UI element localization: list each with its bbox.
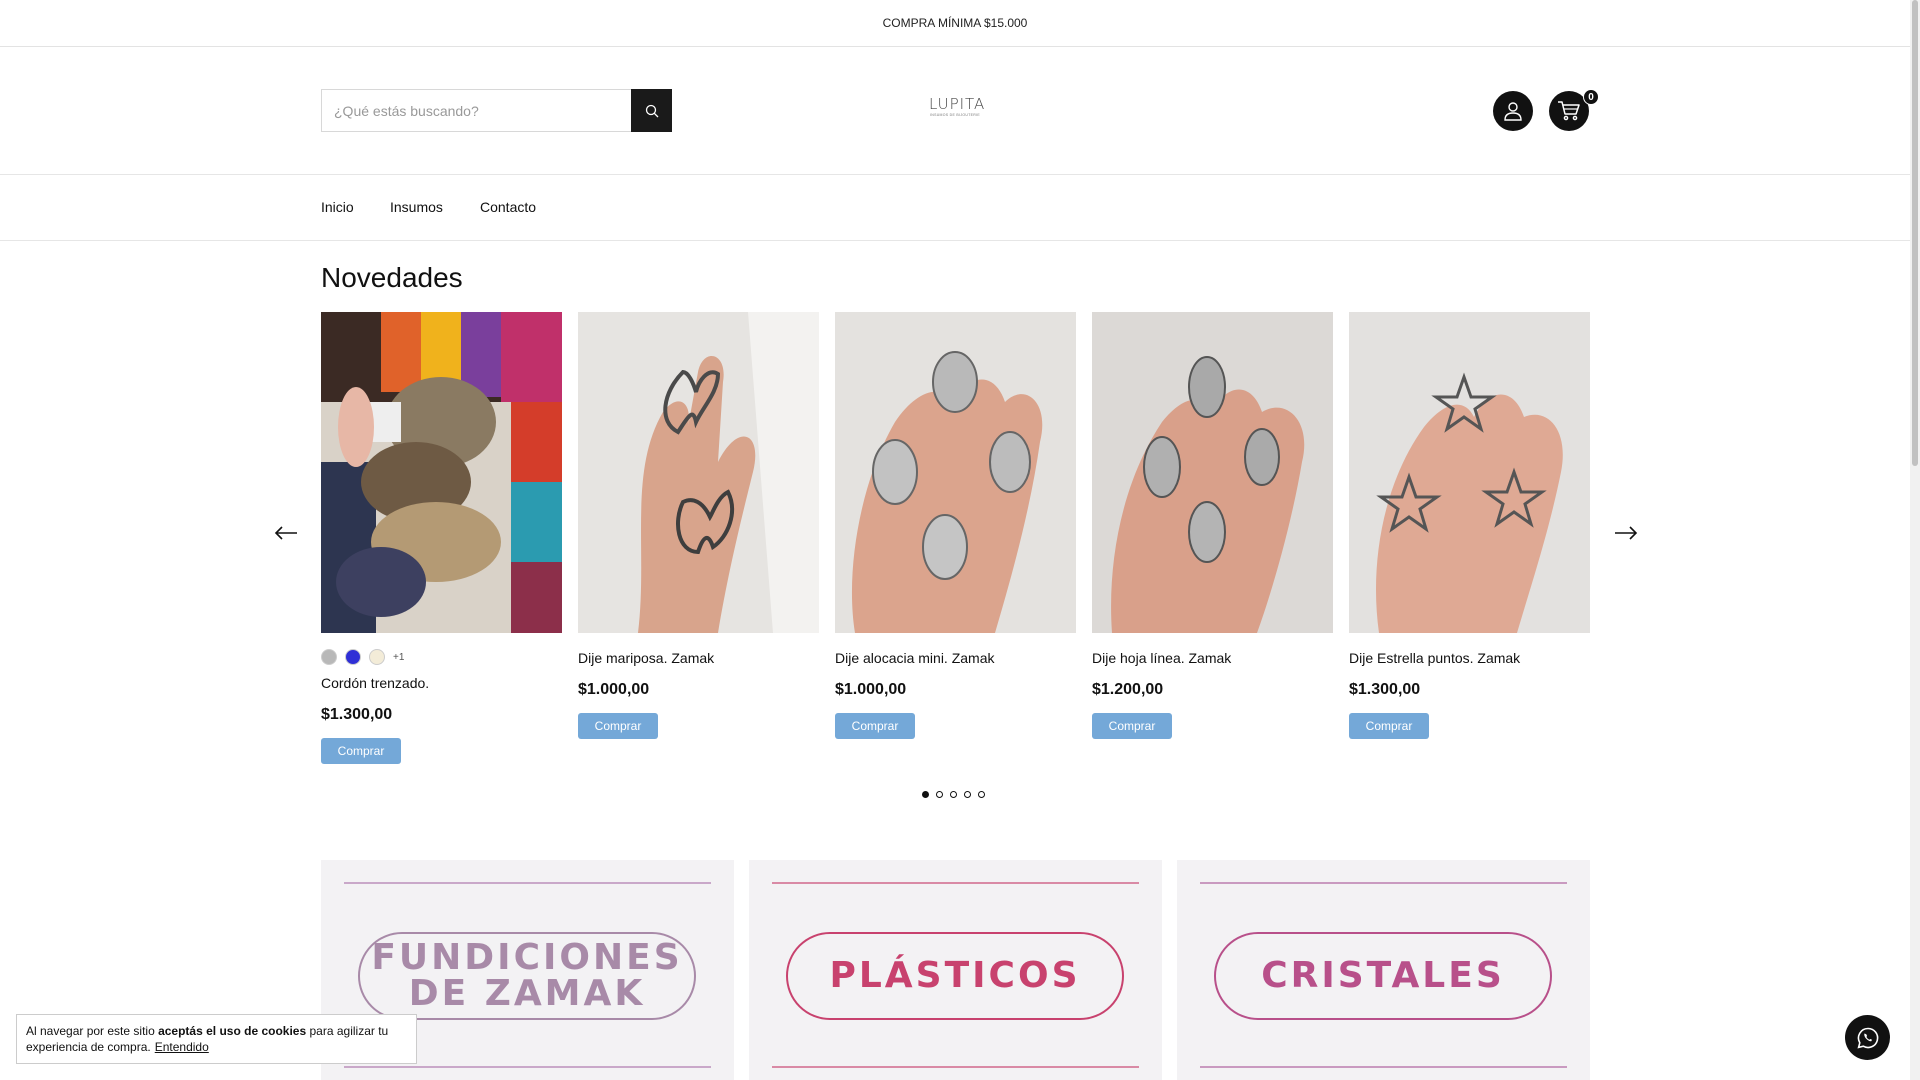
product-price: $1.000,00: [578, 681, 650, 698]
banner-label: CRISTALES: [1261, 955, 1505, 996]
product-price: $1.300,00: [321, 706, 393, 723]
category-banner-plasticos[interactable]: PLÁSTICOS: [749, 860, 1162, 1080]
color-swatch-cream[interactable]: [369, 649, 385, 665]
cart-icon: [1558, 101, 1580, 121]
section-title: Novedades: [321, 262, 463, 293]
store-logo[interactable]: LUPITA INSUMOS DE BIJOUTERIE: [929, 95, 986, 127]
cookie-text-before: Al navegar por este sitio: [26, 1024, 159, 1038]
arrow-left-icon: [274, 526, 297, 540]
product-image[interactable]: [835, 312, 1076, 633]
search-form: [321, 89, 672, 132]
color-swatch-gray[interactable]: [321, 649, 337, 665]
color-swatch-blue[interactable]: [345, 649, 361, 665]
banner-rule: [344, 882, 711, 884]
product-image[interactable]: [321, 312, 562, 633]
main-nav: Inicio Insumos Contacto: [0, 175, 1910, 241]
cookie-accept-link[interactable]: Entendido: [155, 1040, 209, 1054]
nav-item-insumos[interactable]: Insumos: [390, 199, 443, 215]
buy-button[interactable]: Comprar: [1092, 713, 1172, 739]
product-price: $1.000,00: [835, 681, 907, 698]
buy-button[interactable]: Comprar: [1349, 713, 1429, 739]
scrollbar-thumb[interactable]: [1912, 0, 1918, 466]
carousel-dot[interactable]: [978, 791, 985, 798]
carousel-pagination: [922, 791, 985, 798]
whatsapp-icon: [1856, 1027, 1878, 1049]
product-card: Dije mariposa. Zamak $1.000,00 Comprar: [578, 312, 819, 739]
carousel-dot[interactable]: [950, 791, 957, 798]
banner-label: FUNDICIONES DE ZAMAK: [371, 940, 682, 1012]
account-button[interactable]: [1493, 91, 1533, 131]
banner-pill: PLÁSTICOS: [786, 932, 1124, 1020]
carousel-next-button[interactable]: [1609, 518, 1643, 548]
nav-item-contacto[interactable]: Contacto: [480, 199, 536, 215]
category-banner-cristales[interactable]: CRISTALES: [1177, 860, 1590, 1080]
carousel-dot[interactable]: [936, 791, 943, 798]
site-header: LUPITA INSUMOS DE BIJOUTERIE: [0, 47, 1910, 175]
banner-label-line1: FUNDICIONES: [371, 937, 683, 978]
product-image[interactable]: [1092, 312, 1333, 633]
product-name[interactable]: Dije hoja línea. Zamak: [1092, 649, 1333, 667]
product-card: Dije alocacia mini. Zamak $1.000,00 Comp…: [835, 312, 1076, 739]
banner-rule: [344, 1066, 711, 1068]
buy-button[interactable]: Comprar: [835, 713, 915, 739]
banner-rule: [772, 1066, 1139, 1068]
product-card: Dije hoja línea. Zamak $1.200,00 Comprar: [1092, 312, 1333, 739]
arrow-right-icon: [1615, 526, 1638, 540]
nav-item-inicio[interactable]: Inicio: [321, 199, 354, 215]
product-card: Dije Estrella puntos. Zamak $1.300,00 Co…: [1349, 312, 1590, 739]
color-swatches: +1: [321, 649, 562, 665]
cookie-notice: Al navegar por este sitio aceptás el uso…: [16, 1014, 417, 1064]
carousel-prev-button[interactable]: [269, 518, 303, 548]
product-card: +1 Cordón trenzado. $1.300,00 Comprar: [321, 312, 562, 764]
product-name[interactable]: Cordón trenzado.: [321, 674, 562, 692]
user-icon: [1504, 102, 1522, 121]
search-input[interactable]: [321, 89, 631, 132]
product-name[interactable]: Dije Estrella puntos. Zamak: [1349, 649, 1590, 667]
banner-rule: [1200, 1066, 1567, 1068]
search-icon: [645, 104, 658, 117]
logo-text: LUPITA: [929, 95, 986, 113]
product-image[interactable]: [1349, 312, 1590, 633]
product-image[interactable]: [578, 312, 819, 633]
announcement-bar: COMPRA MÍNIMA $15.000: [0, 0, 1910, 47]
product-price: $1.300,00: [1349, 681, 1421, 698]
banner-pill: CRISTALES: [1214, 932, 1552, 1020]
carousel-dot[interactable]: [964, 791, 971, 798]
carousel-dot[interactable]: [922, 791, 929, 798]
logo-subtext: INSUMOS DE BIJOUTERIE: [929, 113, 981, 117]
cookie-text-bold: aceptás el uso de cookies: [158, 1024, 307, 1038]
product-price: $1.200,00: [1092, 681, 1164, 698]
announcement-text: COMPRA MÍNIMA $15.000: [882, 16, 1028, 30]
banner-pill: FUNDICIONES DE ZAMAK: [358, 932, 696, 1020]
buy-button[interactable]: Comprar: [321, 738, 401, 764]
buy-button[interactable]: Comprar: [578, 713, 658, 739]
cart-count-badge: 0: [1583, 89, 1599, 105]
banner-label-line2: DE ZAMAK: [408, 973, 646, 1014]
whatsapp-button[interactable]: [1845, 1015, 1890, 1060]
product-name[interactable]: Dije mariposa. Zamak: [578, 649, 819, 667]
banner-label: PLÁSTICOS: [829, 955, 1081, 996]
scrollbar[interactable]: [1910, 0, 1920, 1080]
search-button[interactable]: [631, 89, 672, 132]
product-name[interactable]: Dije alocacia mini. Zamak: [835, 649, 1076, 667]
more-colors-count[interactable]: +1: [393, 652, 404, 663]
banner-rule: [1200, 882, 1567, 884]
banner-rule: [772, 882, 1139, 884]
